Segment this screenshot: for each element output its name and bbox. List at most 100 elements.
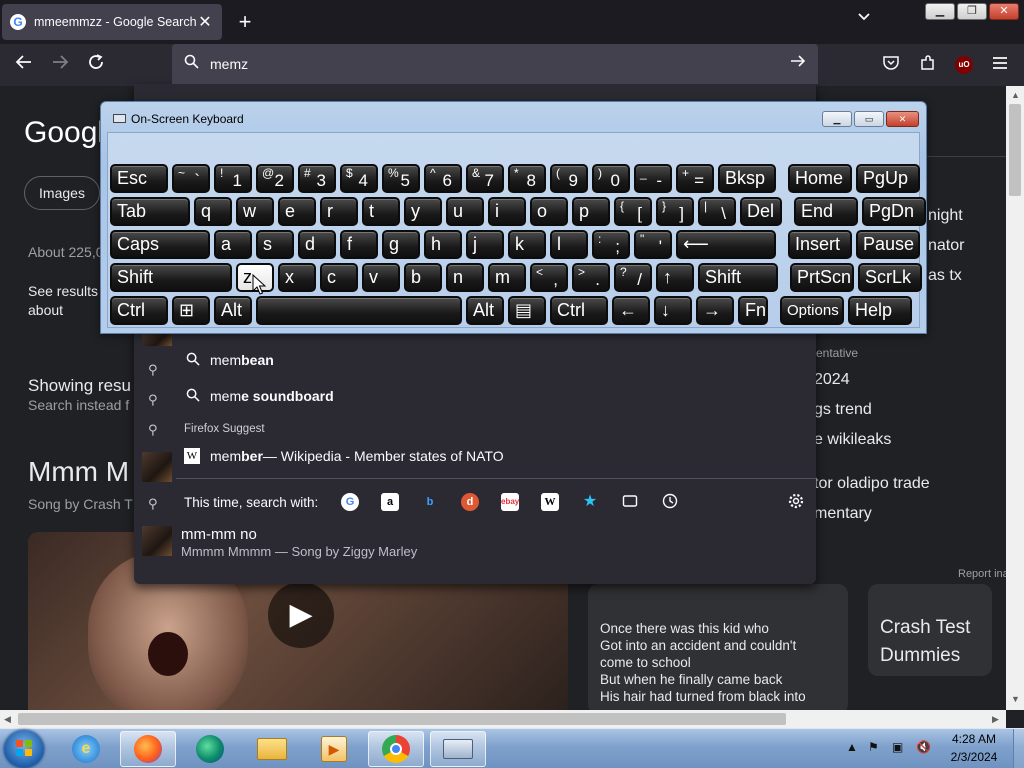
key--1[interactable]: ~ ` <box>172 164 210 193</box>
window-minimize-button[interactable]: ▁ <box>925 3 955 20</box>
key-options[interactable]: Options <box>780 296 844 325</box>
key-i[interactable]: i <box>488 197 526 226</box>
ebay-engine-icon[interactable]: ebay <box>501 493 519 511</box>
key-j[interactable]: j <box>466 230 504 259</box>
key-9[interactable]: (9 <box>550 164 588 193</box>
key-help[interactable]: Help <box>848 296 912 325</box>
clock-date[interactable]: 2/3/2024 <box>944 750 1004 764</box>
hamburger-menu-icon[interactable] <box>989 54 1011 76</box>
key--11[interactable]: ↑ <box>656 263 694 292</box>
trending-item[interactable]: gs trend <box>814 401 872 419</box>
key-caps[interactable]: Caps <box>110 230 210 259</box>
key--10[interactable]: :; <box>592 230 630 259</box>
key--13[interactable]: | \ <box>698 197 736 226</box>
key-a[interactable]: a <box>214 230 252 259</box>
suggestion-wikipedia-member[interactable]: W mem ber — Wikipedia - Member states of … <box>184 442 504 470</box>
osk-minimize-button[interactable]: ▁ <box>822 111 852 127</box>
address-bar[interactable]: memz <box>172 44 818 84</box>
key-t[interactable]: t <box>362 197 400 226</box>
key-q[interactable]: q <box>194 197 232 226</box>
show-hidden-icons-chevron-icon[interactable]: ▲ <box>846 740 858 754</box>
window-close-button[interactable]: ✕ <box>989 3 1019 20</box>
suggestion-meme-soundboard[interactable]: mem e soundboard <box>184 382 334 410</box>
scroll-left-icon[interactable]: ◀ <box>4 714 11 725</box>
key--12[interactable]: ⟵ <box>676 230 776 259</box>
ublock-origin-icon[interactable]: uO <box>955 56 973 74</box>
back-arrow-icon[interactable] <box>10 52 38 78</box>
result-song-title[interactable]: mm-mm no <box>181 526 257 543</box>
key-0[interactable]: ) 0 <box>592 164 630 193</box>
forward-arrow-icon[interactable] <box>46 52 74 78</box>
pocket-icon[interactable] <box>880 54 902 76</box>
new-tab-button[interactable]: + <box>232 8 258 36</box>
key-1[interactable]: ! 1 <box>214 164 252 193</box>
start-button[interactable] <box>4 730 44 768</box>
key-4[interactable]: $4 <box>340 164 378 193</box>
reload-icon[interactable] <box>82 52 110 78</box>
google-engine-icon[interactable]: G <box>341 493 359 511</box>
action-center-flag-icon[interactable]: ⚑ <box>868 740 879 754</box>
key-w[interactable]: w <box>236 197 274 226</box>
scroll-down-icon[interactable]: ▼ <box>1011 694 1020 704</box>
key-pgdn[interactable]: PgDn <box>862 197 926 226</box>
key-p[interactable]: p <box>572 197 610 226</box>
key-2[interactable]: @2 <box>256 164 294 193</box>
history-clock-icon[interactable] <box>661 493 679 511</box>
bookmarks-star-icon[interactable]: ★ <box>581 493 599 511</box>
taskbar-internet-explorer[interactable]: e <box>58 731 114 767</box>
key-shift[interactable]: Shift <box>698 263 778 292</box>
address-bar-input[interactable]: memz <box>210 56 248 72</box>
images-filter-chip[interactable]: Images <box>24 176 100 210</box>
key--10[interactable]: ? / <box>614 263 652 292</box>
key--9[interactable]: >. <box>572 263 610 292</box>
key-u[interactable]: u <box>446 197 484 226</box>
key-v[interactable]: v <box>362 263 400 292</box>
key--1[interactable]: ⊞ <box>172 296 210 325</box>
key-alt[interactable]: Alt <box>466 296 504 325</box>
key-o[interactable]: o <box>530 197 568 226</box>
taskbar-on-screen-keyboard[interactable] <box>430 731 486 767</box>
band-card[interactable]: Crash Test Dummies <box>868 584 992 676</box>
trending-item[interactable]: tor oladipo trade <box>814 475 930 493</box>
key--13[interactable]: + = <box>676 164 714 193</box>
key-k[interactable]: k <box>508 230 546 259</box>
key-fn[interactable]: Fn <box>738 296 768 325</box>
key-ctrl[interactable]: Ctrl <box>110 296 168 325</box>
lyrics-card[interactable]: Once there was this kid who Got into an … <box>588 584 848 710</box>
key-scrlk[interactable]: ScrLk <box>858 263 922 292</box>
report-inappropriate-link[interactable]: Report ina <box>958 568 1006 580</box>
clock-time[interactable]: 4:28 AM <box>944 732 1004 746</box>
trending-item[interactable]: night <box>928 207 963 225</box>
key-space[interactable] <box>256 296 462 325</box>
search-settings-gear-icon[interactable] <box>787 493 805 511</box>
key--11[interactable]: {[ <box>614 197 652 226</box>
key-home[interactable]: Home <box>788 164 852 193</box>
trending-item[interactable]: e wikileaks <box>814 431 891 449</box>
key-prtscn[interactable]: PrtScn <box>790 263 854 292</box>
network-icon[interactable]: ▣ <box>892 740 903 754</box>
horizontal-scrollbar[interactable]: ◀ ▶ <box>0 710 1006 728</box>
key-del[interactable]: Del <box>740 197 782 226</box>
trending-item[interactable]: as tx <box>928 267 962 285</box>
show-desktop-button[interactable] <box>1013 729 1024 768</box>
key--8[interactable]: ↓ <box>654 296 692 325</box>
vertical-scrollbar[interactable]: ▲ ▼ <box>1006 86 1024 710</box>
key--9[interactable]: → <box>696 296 734 325</box>
google-logo[interactable]: Googl <box>24 116 104 150</box>
see-results-about-link[interactable]: See results about <box>28 282 108 320</box>
tabs-icon[interactable] <box>621 493 639 511</box>
key-g[interactable]: g <box>382 230 420 259</box>
key-shift[interactable]: Shift <box>110 263 232 292</box>
key-e[interactable]: e <box>278 197 316 226</box>
key-3[interactable]: #3 <box>298 164 336 193</box>
key-s[interactable]: s <box>256 230 294 259</box>
search-instead-link[interactable]: Search instead f <box>28 397 129 413</box>
key-insert[interactable]: Insert <box>788 230 852 259</box>
key--11[interactable]: " ' <box>634 230 672 259</box>
amazon-engine-icon[interactable]: a <box>381 493 399 511</box>
osk-maximize-button[interactable]: ▭ <box>854 111 884 127</box>
key-ctrl[interactable]: Ctrl <box>550 296 608 325</box>
bing-engine-icon[interactable]: b <box>421 493 439 511</box>
key-x[interactable]: x <box>278 263 316 292</box>
duckduckgo-engine-icon[interactable]: d <box>461 493 479 511</box>
